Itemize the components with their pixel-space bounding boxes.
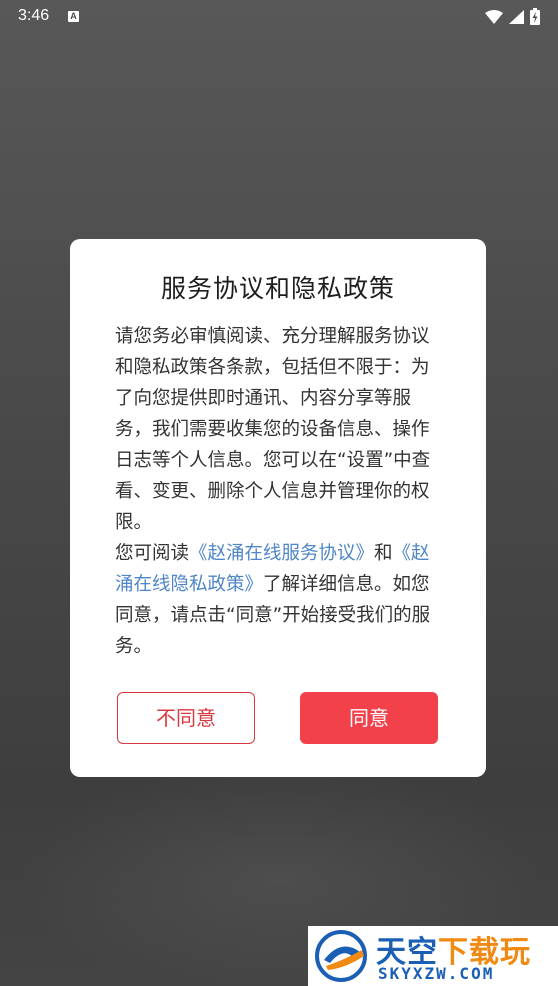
read-prefix: 您可阅读 [115, 543, 190, 564]
policy-links-paragraph: 您可阅读《赵涌在线服务协议》和《赵涌在线隐私政策》了解详细信息。如您同意，请点击… [115, 538, 445, 662]
service-agreement-link[interactable]: 《赵涌在线服务协议》 [189, 543, 374, 564]
watermark-en: SKYXZW.COM [378, 964, 495, 983]
notification-a-icon: A [68, 11, 79, 22]
dialog-title: 服务协议和隐私政策 [160, 274, 395, 303]
site-logo-icon [315, 930, 367, 982]
site-watermark: 天空下载玩 SKYXZW.COM [308, 926, 558, 986]
dialog-body: 请您务必审慎阅读、充分理解服务协议和隐私政策各条款，包括但不限于：为了向您提供即… [115, 321, 445, 662]
status-bar: 3:46 A [0, 0, 558, 34]
status-time: 3:46 [18, 7, 50, 24]
agree-button[interactable]: 同意 [300, 692, 438, 744]
and-text: 和 [374, 543, 393, 564]
status-icons [485, 8, 540, 25]
battery-icon [530, 8, 540, 25]
disagree-button[interactable]: 不同意 [117, 692, 255, 744]
wifi-icon [485, 9, 503, 24]
privacy-dialog: 服务协议和隐私政策 请您务必审慎阅读、充分理解服务协议和隐私政策各条款，包括但不… [70, 239, 486, 777]
policy-paragraph: 请您务必审慎阅读、充分理解服务协议和隐私政策各条款，包括但不限于：为了向您提供即… [115, 326, 431, 533]
signal-icon [509, 9, 524, 24]
